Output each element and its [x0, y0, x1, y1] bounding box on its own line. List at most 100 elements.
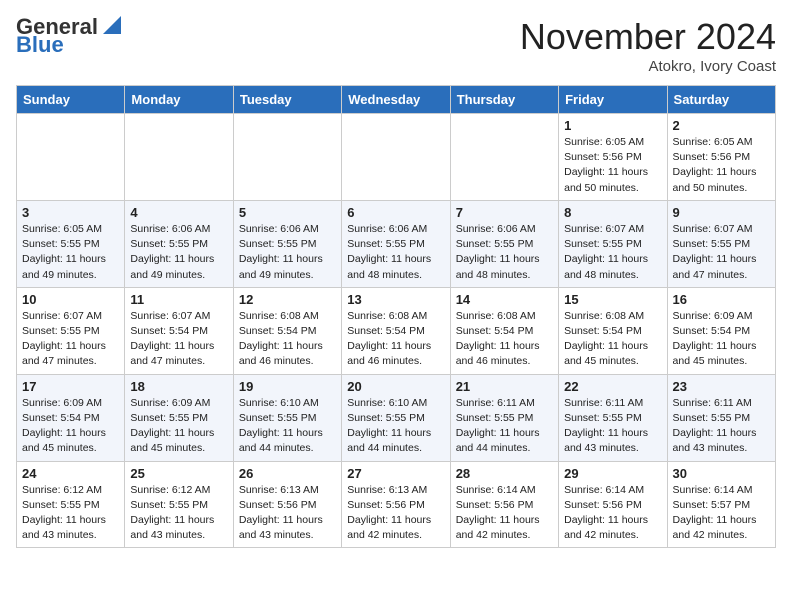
month-title: November 2024 [520, 16, 776, 58]
day-info: Sunrise: 6:12 AM Sunset: 5:55 PM Dayligh… [22, 483, 119, 544]
day-info: Sunrise: 6:10 AM Sunset: 5:55 PM Dayligh… [347, 396, 444, 457]
calendar-cell: 14 Sunrise: 6:08 AM Sunset: 5:54 PM Dayli… [450, 287, 558, 374]
calendar-cell: 8Sunrise: 6:07 AM Sunset: 5:55 PM Daylig… [559, 200, 667, 287]
calendar-cell [342, 114, 450, 201]
calendar-cell: 10Sunrise: 6:07 AM Sunset: 5:55 PM Dayli… [17, 287, 125, 374]
calendar-cell [17, 114, 125, 201]
day-number: 30 [673, 466, 770, 481]
calendar-cell: 4Sunrise: 6:06 AM Sunset: 5:55 PM Daylig… [125, 200, 233, 287]
calendar-cell: 19 Sunrise: 6:10 AM Sunset: 5:55 PM Dayli… [233, 374, 341, 461]
day-info: Sunrise: 6:08 AM Sunset: 5:54 PM Dayligh… [347, 309, 444, 370]
calendar-cell: 1 Sunrise: 6:05 AM Sunset: 5:56 PM Daylig… [559, 114, 667, 201]
day-number: 9 [673, 205, 770, 220]
day-number: 17 [22, 379, 119, 394]
day-info: Sunrise: 6:08 AM Sunset: 5:54 PM Dayligh… [564, 309, 661, 370]
calendar-header-row: SundayMondayTuesdayWednesdayThursdayFrid… [17, 86, 776, 114]
day-number: 14 [456, 292, 553, 307]
calendar-week-row: 10Sunrise: 6:07 AM Sunset: 5:55 PM Dayli… [17, 287, 776, 374]
day-number: 16 [673, 292, 770, 307]
day-info: Sunrise: 6:11 AM Sunset: 5:55 PM Dayligh… [456, 396, 553, 457]
day-number: 4 [130, 205, 227, 220]
page: General Blue November 2024 Atokro, Ivory… [0, 0, 792, 564]
calendar-cell: 7 Sunrise: 6:06 AM Sunset: 5:55 PM Daylig… [450, 200, 558, 287]
calendar-header-saturday: Saturday [667, 86, 775, 114]
day-info: Sunrise: 6:12 AM Sunset: 5:55 PM Dayligh… [130, 483, 227, 544]
day-info: Sunrise: 6:07 AM Sunset: 5:55 PM Dayligh… [673, 222, 770, 283]
day-number: 28 [456, 466, 553, 481]
calendar-cell: 15Sunrise: 6:08 AM Sunset: 5:54 PM Dayli… [559, 287, 667, 374]
day-number: 20 [347, 379, 444, 394]
calendar-table: SundayMondayTuesdayWednesdayThursdayFrid… [16, 85, 776, 548]
day-info: Sunrise: 6:13 AM Sunset: 5:56 PM Dayligh… [347, 483, 444, 544]
calendar-cell [125, 114, 233, 201]
day-number: 23 [673, 379, 770, 394]
calendar-cell: 18Sunrise: 6:09 AM Sunset: 5:55 PM Dayli… [125, 374, 233, 461]
day-number: 3 [22, 205, 119, 220]
calendar-cell: 12 Sunrise: 6:08 AM Sunset: 5:54 PM Dayli… [233, 287, 341, 374]
day-info: Sunrise: 6:06 AM Sunset: 5:55 PM Dayligh… [456, 222, 553, 283]
calendar-cell: 24 Sunrise: 6:12 AM Sunset: 5:55 PM Dayli… [17, 461, 125, 548]
day-info: Sunrise: 6:05 AM Sunset: 5:56 PM Dayligh… [564, 135, 661, 196]
calendar-cell: 25 Sunrise: 6:12 AM Sunset: 5:55 PM Dayli… [125, 461, 233, 548]
day-info: Sunrise: 6:14 AM Sunset: 5:56 PM Dayligh… [564, 483, 661, 544]
day-info: Sunrise: 6:14 AM Sunset: 5:57 PM Dayligh… [673, 483, 770, 544]
day-number: 7 [456, 205, 553, 220]
day-number: 19 [239, 379, 336, 394]
calendar-cell: 29 Sunrise: 6:14 AM Sunset: 5:56 PM Dayli… [559, 461, 667, 548]
day-number: 5 [239, 205, 336, 220]
day-number: 12 [239, 292, 336, 307]
calendar-week-row: 1 Sunrise: 6:05 AM Sunset: 5:56 PM Daylig… [17, 114, 776, 201]
day-number: 26 [239, 466, 336, 481]
day-info: Sunrise: 6:11 AM Sunset: 5:55 PM Dayligh… [673, 396, 770, 457]
calendar-cell: 22Sunrise: 6:11 AM Sunset: 5:55 PM Dayli… [559, 374, 667, 461]
day-info: Sunrise: 6:14 AM Sunset: 5:56 PM Dayligh… [456, 483, 553, 544]
day-number: 25 [130, 466, 227, 481]
calendar-cell: 2 Sunrise: 6:05 AM Sunset: 5:56 PM Daylig… [667, 114, 775, 201]
day-number: 29 [564, 466, 661, 481]
day-number: 27 [347, 466, 444, 481]
calendar-header-thursday: Thursday [450, 86, 558, 114]
calendar-header-monday: Monday [125, 86, 233, 114]
calendar-cell: 30 Sunrise: 6:14 AM Sunset: 5:57 PM Dayli… [667, 461, 775, 548]
day-info: Sunrise: 6:08 AM Sunset: 5:54 PM Dayligh… [239, 309, 336, 370]
day-number: 11 [130, 292, 227, 307]
calendar-cell: 23 Sunrise: 6:11 AM Sunset: 5:55 PM Dayli… [667, 374, 775, 461]
day-info: Sunrise: 6:07 AM Sunset: 5:55 PM Dayligh… [22, 309, 119, 370]
day-number: 1 [564, 118, 661, 133]
calendar-cell: 21 Sunrise: 6:11 AM Sunset: 5:55 PM Dayli… [450, 374, 558, 461]
day-info: Sunrise: 6:09 AM Sunset: 5:54 PM Dayligh… [22, 396, 119, 457]
logo-blue: Blue [16, 34, 64, 56]
calendar-header-tuesday: Tuesday [233, 86, 341, 114]
day-info: Sunrise: 6:13 AM Sunset: 5:56 PM Dayligh… [239, 483, 336, 544]
day-info: Sunrise: 6:10 AM Sunset: 5:55 PM Dayligh… [239, 396, 336, 457]
day-info: Sunrise: 6:07 AM Sunset: 5:55 PM Dayligh… [564, 222, 661, 283]
day-number: 24 [22, 466, 119, 481]
calendar-header-friday: Friday [559, 86, 667, 114]
day-info: Sunrise: 6:08 AM Sunset: 5:54 PM Dayligh… [456, 309, 553, 370]
day-number: 18 [130, 379, 227, 394]
calendar-week-row: 17 Sunrise: 6:09 AM Sunset: 5:54 PM Dayli… [17, 374, 776, 461]
calendar-week-row: 24 Sunrise: 6:12 AM Sunset: 5:55 PM Dayli… [17, 461, 776, 548]
day-number: 21 [456, 379, 553, 394]
calendar-cell [233, 114, 341, 201]
header: General Blue November 2024 Atokro, Ivory… [16, 16, 776, 75]
calendar-header-sunday: Sunday [17, 86, 125, 114]
calendar-cell: 9 Sunrise: 6:07 AM Sunset: 5:55 PM Daylig… [667, 200, 775, 287]
calendar-cell: 5 Sunrise: 6:06 AM Sunset: 5:55 PM Daylig… [233, 200, 341, 287]
title-block: November 2024 Atokro, Ivory Coast [520, 16, 776, 75]
calendar-cell: 27 Sunrise: 6:13 AM Sunset: 5:56 PM Dayli… [342, 461, 450, 548]
day-info: Sunrise: 6:05 AM Sunset: 5:55 PM Dayligh… [22, 222, 119, 283]
day-number: 6 [347, 205, 444, 220]
calendar-cell: 26 Sunrise: 6:13 AM Sunset: 5:56 PM Dayli… [233, 461, 341, 548]
location: Atokro, Ivory Coast [520, 58, 776, 75]
calendar-week-row: 3 Sunrise: 6:05 AM Sunset: 5:55 PM Daylig… [17, 200, 776, 287]
calendar-cell: 13Sunrise: 6:08 AM Sunset: 5:54 PM Dayli… [342, 287, 450, 374]
day-number: 2 [673, 118, 770, 133]
day-info: Sunrise: 6:06 AM Sunset: 5:55 PM Dayligh… [239, 222, 336, 283]
calendar-cell: 28 Sunrise: 6:14 AM Sunset: 5:56 PM Dayli… [450, 461, 558, 548]
day-info: Sunrise: 6:05 AM Sunset: 5:56 PM Dayligh… [673, 135, 770, 196]
calendar-header-wednesday: Wednesday [342, 86, 450, 114]
day-info: Sunrise: 6:07 AM Sunset: 5:54 PM Dayligh… [130, 309, 227, 370]
calendar-cell: 3 Sunrise: 6:05 AM Sunset: 5:55 PM Daylig… [17, 200, 125, 287]
logo-triangle-icon [99, 14, 121, 36]
